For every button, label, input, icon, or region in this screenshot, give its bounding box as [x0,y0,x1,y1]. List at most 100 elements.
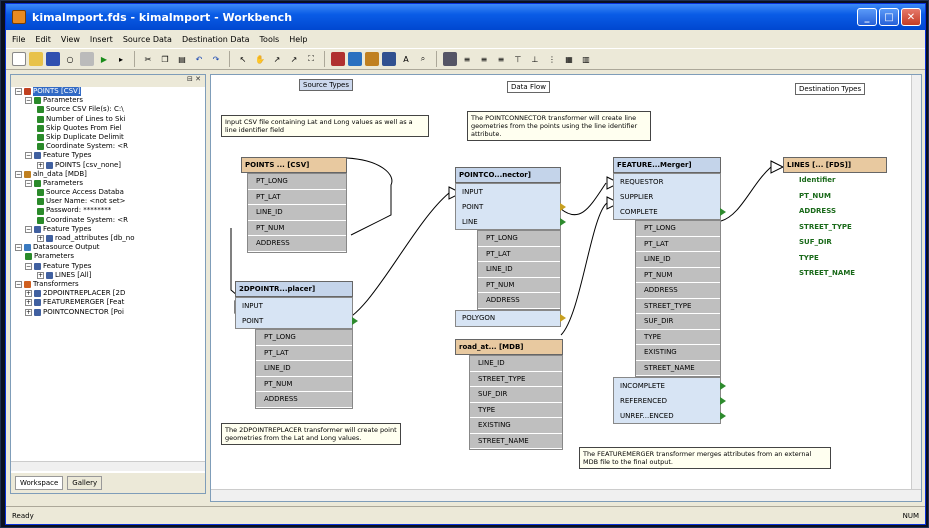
port-polygon[interactable]: POLYGON [456,311,566,326]
tree-item[interactable]: + road_attributes [db_no [15,234,205,243]
port-requestor[interactable]: REQUESTOR [614,174,720,189]
tidy-icon[interactable]: ▥ [579,52,593,66]
tree-item[interactable]: Source Access Databa [15,188,205,197]
tree-item[interactable]: User Name: <not set> [15,197,205,206]
link-icon[interactable]: ↗ [287,52,301,66]
connect-icon[interactable]: ↗ [270,52,284,66]
paste-icon[interactable]: ▤ [175,52,189,66]
output-port-icon[interactable] [720,381,726,390]
open-icon[interactable] [29,52,43,66]
tree-item[interactable]: − Feature Types [15,262,205,271]
fit-icon[interactable]: ⛶ [304,52,318,66]
select-icon[interactable]: ↖ [236,52,250,66]
menu-tools[interactable]: Tools [260,35,280,44]
tab-workspace[interactable]: Workspace [15,476,64,490]
title-bar[interactable]: kimalmport.fds - kimalmport - Workbench … [6,4,925,30]
pan-icon[interactable]: ✋ [253,52,267,66]
tree-item[interactable]: − Parameters [15,96,205,105]
road-attributes-node-header[interactable]: road_at... [MDB] [455,339,563,355]
cut-icon[interactable]: ✂ [141,52,155,66]
port-point[interactable]: POINT [236,313,358,328]
2dpointreplacer-node-header[interactable]: 2DPOINTR...placer] [235,281,353,297]
tree-item[interactable]: − Transformers [15,280,205,289]
tree-item[interactable]: Number of Lines to Ski [15,115,205,124]
maximize-button[interactable]: □ [879,8,899,26]
tree-item[interactable]: − POINTS [CSV] [15,87,205,97]
tree-item[interactable]: − Datasource Output [15,243,205,252]
port-incomplete[interactable]: INCOMPLETE [614,378,726,393]
tree-item[interactable]: +2DPOINTREPLACER [2D [15,289,205,298]
run-to-icon[interactable]: ▸ [114,52,128,66]
pointconnector-node[interactable]: POINTCO...nector] INPUT POINT LINE PT_LO… [455,167,566,327]
points-csv-node-header[interactable]: POINTS ... [CSV] [241,157,347,173]
port-line[interactable]: LINE [456,214,566,229]
port-point[interactable]: POINT [456,199,566,214]
2dpointreplacer-node[interactable]: 2DPOINTR...placer] INPUT POINT PT_LONG P… [235,281,358,409]
align-right-icon[interactable]: ≡ [494,52,508,66]
port-input[interactable]: INPUT [456,184,560,199]
find-icon[interactable]: ○ [63,52,77,66]
menu-edit[interactable]: Edit [35,35,51,44]
tree-item[interactable]: Coordinate System: <R [15,216,205,225]
tree-item[interactable]: Skip Duplicate Delimit [15,133,205,142]
output-port-icon[interactable] [720,207,726,216]
road-attributes-node[interactable]: road_at... [MDB] LINE_ID STREET_TYPE SUF… [455,339,563,450]
output-port-icon[interactable] [720,396,726,405]
add-reader-icon[interactable] [331,52,345,66]
tab-gallery[interactable]: Gallery [67,476,103,490]
tree-item[interactable]: + FEATUREMERGER [Feat [15,298,205,307]
save-icon[interactable] [46,52,60,66]
output-port-icon[interactable] [352,316,358,325]
points-csv-node[interactable]: POINTS ... [CSV] PT_LONG PT_LAT LINE_ID … [241,157,347,253]
tree-item[interactable]: Coordinate System: <R [15,142,205,151]
canvas-vertical-scrollbar[interactable] [911,75,921,489]
tree-item[interactable]: − Parameters [15,179,205,188]
output-port-icon[interactable] [720,411,726,420]
port-complete[interactable]: COMPLETE [614,204,726,219]
output-port-icon[interactable] [560,202,566,211]
tree-item[interactable]: + LINES [All] [15,271,205,280]
layout-icon[interactable] [443,52,457,66]
redo-icon[interactable]: ↷ [209,52,223,66]
panel-pin-icon[interactable]: ⊟ ✕ [11,75,205,87]
menu-file[interactable]: File [12,35,25,44]
lines-fds-node-header[interactable]: LINES [... [FDS]] [783,157,887,173]
menu-destination-data[interactable]: Destination Data [182,35,250,44]
tree-item[interactable]: − Feature Types [15,225,205,234]
minimize-button[interactable]: _ [857,8,877,26]
port-referenced[interactable]: REFERENCED [614,393,726,408]
tree-item[interactable]: − aln_data [MDB] [15,170,205,179]
menu-help[interactable]: Help [289,35,307,44]
distribute-icon[interactable]: ⋮ [545,52,559,66]
menu-insert[interactable]: Insert [90,35,113,44]
print-icon[interactable] [80,52,94,66]
canvas-horizontal-scrollbar[interactable] [211,489,921,501]
tree-item[interactable]: + POINTS [csv_none] [15,161,205,170]
workspace-canvas[interactable]: Source Types Data Flow Destination Types… [210,74,922,502]
tree-item[interactable]: Skip Quotes From Fiel [15,124,205,133]
align-bottom-icon[interactable]: ⊥ [528,52,542,66]
featuremerger-node[interactable]: FEATURE...Merger] REQUESTOR SUPPLIER COM… [613,157,726,424]
transformer-icon[interactable] [365,52,379,66]
navigator-horizontal-scrollbar[interactable] [11,461,205,471]
output-port-icon[interactable] [560,217,566,226]
copy-icon[interactable]: ❐ [158,52,172,66]
port-unreferenced[interactable]: UNREF...ENCED [614,408,726,423]
tree-item[interactable]: Parameters [15,252,205,261]
add-writer-icon[interactable] [348,52,362,66]
output-port-icon[interactable] [560,314,566,322]
port-input[interactable]: INPUT [236,298,352,313]
align-left-icon[interactable]: ≡ [460,52,474,66]
log-icon[interactable]: A [399,52,413,66]
close-button[interactable]: ✕ [901,8,921,26]
tree-item[interactable]: Password: ******** [15,206,205,215]
new-icon[interactable] [12,52,26,66]
menu-source-data[interactable]: Source Data [123,35,172,44]
undo-icon[interactable]: ↶ [192,52,206,66]
tree-item[interactable]: − Feature Types [15,151,205,160]
featuremerger-node-header[interactable]: FEATURE...Merger] [613,157,721,173]
group-icon[interactable]: ▦ [562,52,576,66]
run-icon[interactable]: ▶ [97,52,111,66]
inspect-icon[interactable] [382,52,396,66]
pointconnector-node-header[interactable]: POINTCO...nector] [455,167,561,183]
